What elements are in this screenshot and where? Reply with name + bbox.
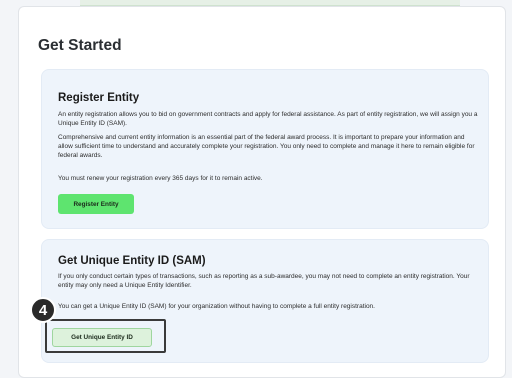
unique-entity-id-title: Get Unique Entity ID (SAM) <box>58 255 206 267</box>
register-entity-renewal-note: You must renew your registration every 3… <box>58 175 263 182</box>
register-entity-details: Comprehensive and current entity informa… <box>58 134 475 160</box>
unique-entity-id-details: You can get a Unique Entity ID (SAM) for… <box>58 303 375 310</box>
get-unique-entity-id-button[interactable]: Get Unique Entity ID <box>52 328 152 347</box>
register-entity-intro: An entity registration allows you to bid… <box>58 111 478 128</box>
step-number-badge: 4 <box>30 297 56 323</box>
register-entity-button[interactable]: Register Entity <box>58 194 134 214</box>
page-title: Get Started <box>38 37 122 54</box>
register-entity-title: Register Entity <box>58 92 140 104</box>
register-entity-card: Register Entity An entity registration a… <box>41 69 489 229</box>
unique-entity-id-intro: If you only conduct certain types of tra… <box>58 273 470 290</box>
unique-entity-id-card: Get Unique Entity ID (SAM) If you only c… <box>41 239 489 363</box>
get-started-panel: Get Started Register Entity An entity re… <box>18 6 506 378</box>
